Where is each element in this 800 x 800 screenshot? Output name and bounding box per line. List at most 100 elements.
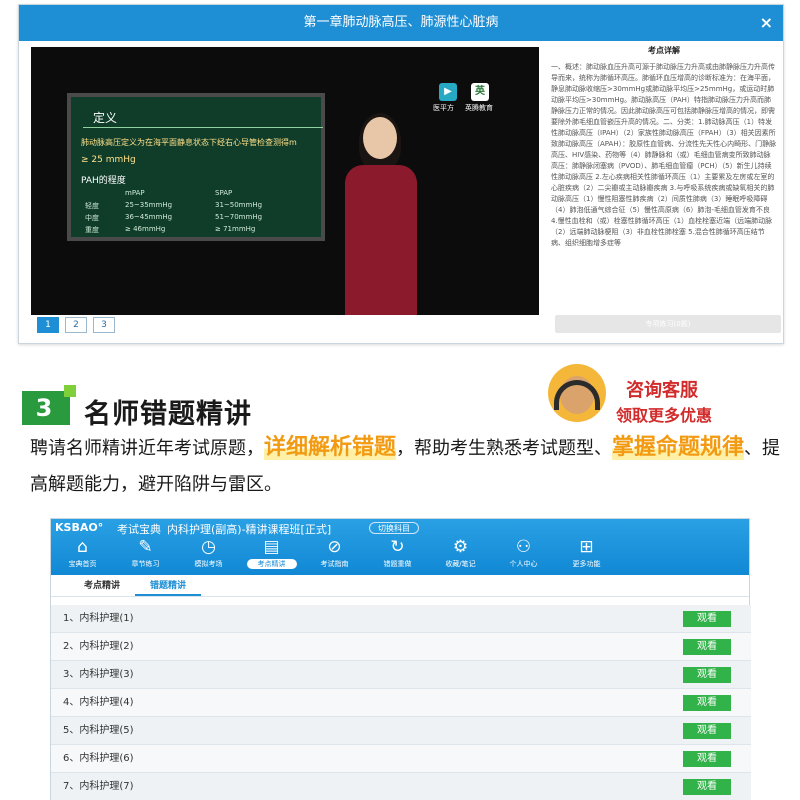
- list-item: 4、内科护理(4) 观看: [51, 689, 751, 717]
- watch-button[interactable]: 观看: [683, 723, 731, 739]
- list-item: 1、内科护理(1) 观看: [51, 605, 751, 633]
- lesson-list: 1、内科护理(1) 观看 2、内科护理(2) 观看 3、内科护理(3) 观看 4、内科…: [51, 605, 751, 800]
- nav-item-exam-guide[interactable]: ⊘ 考试指南: [303, 537, 366, 575]
- nav-label: 更多功能: [572, 560, 601, 568]
- board-subtitle: PAH的程度: [81, 176, 126, 186]
- table-header-cell: [85, 189, 125, 201]
- customer-service-label[interactable]: 咨询客服: [626, 376, 698, 402]
- board-table-row: 轻度 25~35mmHg 31~50mmHg: [85, 201, 305, 213]
- app-window: KSBAO° 考试宝典 内科护理(副高)-精讲课程班[正式] 切换科目 ⌂ 宝典首…: [50, 518, 751, 800]
- page-button[interactable]: 3: [93, 317, 115, 333]
- nav-item-key-points[interactable]: ▤ 考点精讲: [240, 537, 303, 575]
- brand-logo-icon: 英: [471, 83, 489, 101]
- watch-button[interactable]: 观看: [683, 695, 731, 711]
- practice-button[interactable]: 专项练习(0题): [555, 315, 781, 333]
- board-value: ≥ 25 mmHg: [81, 155, 136, 165]
- list-item: 6、内科护理(6) 观看: [51, 745, 751, 773]
- play-logo-icon: ▶: [439, 83, 457, 101]
- tab-key-points[interactable]: 考点精讲: [69, 575, 135, 596]
- blackboard: 定义 肺动脉高压定义为在海平面静息状态下经右心导管检查测得m ≥ 25 mmHg…: [67, 93, 325, 241]
- table-cell: 36~45mmHg: [125, 213, 173, 221]
- redo-icon: ↻: [390, 537, 405, 557]
- edit-icon: ✎: [138, 537, 153, 557]
- section-title: 名师错题精讲: [84, 399, 252, 430]
- list-item: 5、内科护理(5) 观看: [51, 717, 751, 745]
- main-nav: ⌂ 宝典首页 ✎ 章节练习 ◷ 模拟考场 ▤ 考点精讲 ⊘ 考试指南 ↻ 错题重做 ⚙ 收藏/…: [51, 537, 751, 575]
- nav-label: 考试指南: [320, 560, 349, 568]
- clock-icon: ◷: [201, 537, 216, 557]
- discount-label[interactable]: 领取更多优惠: [616, 402, 712, 426]
- video-player[interactable]: 定义 肺动脉高压定义为在海平面静息状态下经右心导管检查测得m ≥ 25 mmHg…: [31, 47, 539, 315]
- nav-label: 宝典首页: [68, 560, 97, 568]
- nav-item-chapter-practice[interactable]: ✎ 章节练习: [114, 537, 177, 575]
- board-title: 定义: [93, 111, 118, 125]
- watch-button[interactable]: 观看: [683, 639, 731, 655]
- nav-label: 错题重做: [383, 560, 412, 568]
- table-cell: 中度: [85, 214, 99, 222]
- highlight-text: 掌握命题规律: [612, 435, 745, 460]
- paragraph-text: ，帮助考生熟悉考试题型、: [396, 438, 613, 459]
- page-button[interactable]: 2: [65, 317, 87, 333]
- board-table-header: mPAP SPAP: [85, 189, 305, 201]
- board-table-row: 重度 ≥ 46mmHg ≥ 71mmHg: [85, 225, 305, 237]
- tab-mistake-lectures[interactable]: 错题精讲: [135, 575, 201, 596]
- description-paragraph: 聘请名师精讲近年考试原题，详细解析错题，帮助考生熟悉考试题型、掌握命题规律、提高…: [30, 430, 790, 503]
- nav-label: 章节练习: [131, 560, 160, 568]
- grid-icon: ⊞: [579, 537, 594, 557]
- nav-item-favorites[interactable]: ⚙ 收藏/笔记: [429, 537, 492, 575]
- list-item: 7、内科护理(7) 观看: [51, 773, 751, 800]
- table-header-cell: mPAP: [125, 189, 145, 197]
- close-icon[interactable]: ×: [760, 5, 773, 41]
- nav-item-mock-exam[interactable]: ◷ 模拟考场: [177, 537, 240, 575]
- table-cell: 25~35mmHg: [125, 201, 173, 209]
- watch-button[interactable]: 观看: [683, 779, 731, 795]
- watch-button[interactable]: 观看: [683, 611, 731, 627]
- table-cell: ≥ 46mmHg: [125, 225, 166, 233]
- lesson-title: 5、内科护理(5): [63, 725, 134, 736]
- customer-service-icon[interactable]: [548, 364, 606, 422]
- notes-body: 一、概述：肺动脉血压升高可源于肺动脉压力升高或由肺静脉压力升高传导而来，统称为肺…: [551, 63, 777, 247]
- nav-item-profile[interactable]: ⚇ 个人中心: [492, 537, 555, 575]
- table-cell: 51~70mmHg: [215, 213, 263, 221]
- list-item: 2、内科护理(2) 观看: [51, 633, 751, 661]
- app-logo: KSBAO°: [55, 521, 104, 534]
- lecturer: [331, 113, 431, 315]
- user-icon: ⚇: [515, 537, 532, 557]
- table-cell: 31~50mmHg: [215, 201, 263, 209]
- nav-label: 考点精讲: [246, 559, 297, 569]
- table-cell: 重度: [85, 226, 99, 234]
- lecture-window: 第一章肺动脉高压、肺源性心脏病 × 定义 肺动脉高压定义为在海平面静息状态下经右…: [18, 4, 784, 344]
- paragraph-text: 聘请名师精讲近年考试原题，: [30, 438, 264, 459]
- lesson-title: 6、内科护理(6): [63, 753, 134, 764]
- content-tabs: 考点精讲 错题精讲: [51, 575, 749, 597]
- notes-title: 考点详解: [648, 46, 680, 55]
- window-titlebar: 第一章肺动脉高压、肺源性心脏病 ×: [19, 5, 783, 41]
- watch-button[interactable]: 观看: [683, 751, 731, 767]
- switch-subject-button[interactable]: 切换科目: [369, 522, 419, 534]
- nav-label: 收藏/笔记: [445, 560, 476, 568]
- lesson-title: 2、内科护理(2): [63, 641, 134, 652]
- watch-button[interactable]: 观看: [683, 667, 731, 683]
- course-title: 内科护理(副高)-精讲课程班[正式]: [167, 523, 332, 536]
- section-number-badge: 3: [22, 385, 76, 425]
- document-icon: ▤: [263, 537, 280, 557]
- logo-left-caption: 医平方: [433, 104, 454, 112]
- nav-label: 模拟考场: [194, 560, 223, 568]
- lesson-title: 3、内科护理(3): [63, 669, 134, 680]
- page-button[interactable]: 1: [37, 317, 59, 333]
- page-selector: 1 2 3: [37, 317, 115, 333]
- table-cell: 轻度: [85, 202, 99, 210]
- table-cell: ≥ 71mmHg: [215, 225, 256, 233]
- table-header-cell: SPAP: [215, 189, 233, 197]
- nav-item-more[interactable]: ⊞ 更多功能: [555, 537, 618, 575]
- notes-panel: 考点详解 一、概述：肺动脉血压升高可源于肺动脉压力升高或由肺静脉压力升高传导而来…: [551, 45, 777, 315]
- logo-right-caption: 英腾教育: [465, 104, 493, 112]
- section-number: 3: [35, 394, 53, 422]
- lesson-title: 7、内科护理(7): [63, 781, 134, 792]
- lesson-title: 4、内科护理(4): [63, 697, 134, 708]
- nav-item-home[interactable]: ⌂ 宝典首页: [51, 537, 114, 575]
- compass-icon: ⊘: [327, 537, 342, 557]
- nav-label: 个人中心: [509, 560, 538, 568]
- video-watermark: ▶ 英 医平方 英腾教育: [431, 83, 511, 119]
- nav-item-redo-mistakes[interactable]: ↻ 错题重做: [366, 537, 429, 575]
